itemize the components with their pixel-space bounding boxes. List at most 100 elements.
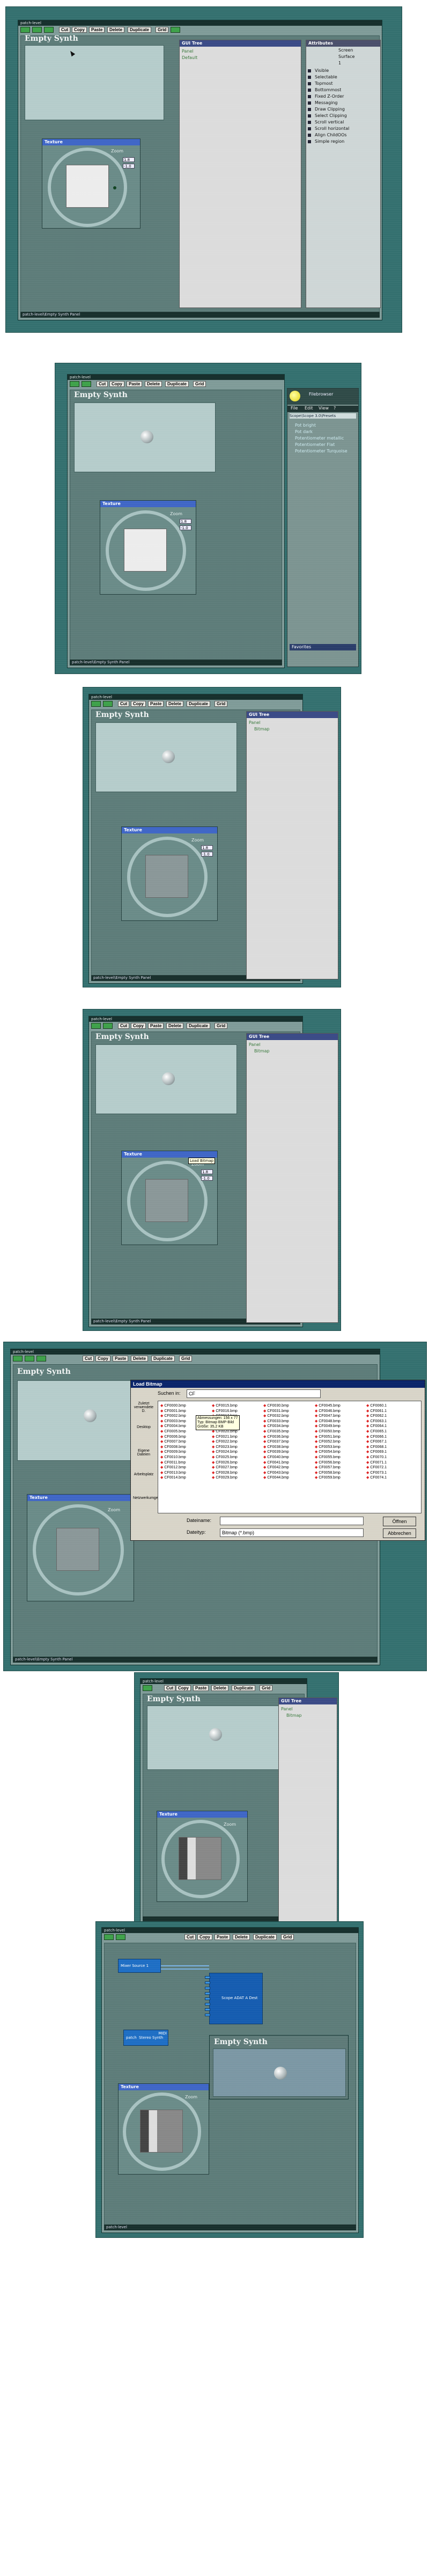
input-port[interactable]: [205, 1992, 210, 1995]
grid-button[interactable]: Grid: [281, 1934, 294, 1940]
file-item[interactable]: CF0021.bmp: [212, 1435, 237, 1440]
attr-checkbox[interactable]: [308, 69, 311, 72]
green-button[interactable]: [44, 27, 54, 33]
texture-preview[interactable]: [140, 2110, 183, 2153]
green-button[interactable]: [171, 27, 180, 33]
cut-button[interactable]: Cut: [118, 1023, 130, 1029]
delete-button[interactable]: Delete: [166, 701, 184, 707]
file-item[interactable]: CF0023.bmp: [212, 1445, 237, 1450]
file-item[interactable]: CF0007.bmp: [160, 1439, 186, 1445]
adat-dest-module[interactable]: Scope ADAT A Dest: [209, 1973, 263, 2024]
delete-button[interactable]: Delete: [131, 1356, 149, 1362]
grid-button[interactable]: Grid: [193, 381, 206, 387]
file-item[interactable]: CF0000.bmp: [160, 1403, 186, 1409]
cut-button[interactable]: Cut: [164, 1685, 176, 1691]
file-item[interactable]: CF0051.bmp: [315, 1435, 340, 1440]
file-item[interactable]: CF0025.bmp: [212, 1455, 237, 1460]
file-item[interactable]: CF0004.bmp: [160, 1424, 186, 1429]
texture-preview[interactable]: [145, 855, 188, 898]
file-item[interactable]: CF0059.bmp: [315, 1475, 340, 1481]
attr-checkbox[interactable]: [308, 121, 311, 124]
file-item[interactable]: CF0032.bmp: [263, 1414, 289, 1419]
delete-button[interactable]: Delete: [107, 27, 125, 33]
file-item[interactable]: CF0027.bmp: [212, 1465, 237, 1470]
file-item[interactable]: CF0060.1: [366, 1403, 387, 1409]
green-button[interactable]: [70, 381, 79, 387]
filetype-select[interactable]: Bitmap (*.bmp): [220, 1528, 364, 1537]
place-desktop[interactable]: Desktop: [133, 1425, 154, 1445]
file-item[interactable]: CF0024.bmp: [212, 1450, 237, 1455]
file-item[interactable]: CF0011.bmp: [160, 1460, 186, 1466]
input-port[interactable]: [205, 1997, 210, 2000]
file-item[interactable]: CF0061.1: [366, 1409, 387, 1414]
preset-item[interactable]: Potentiometer metallic: [295, 436, 344, 441]
input-port[interactable]: [205, 2014, 210, 2016]
file-item[interactable]: CF0034.bmp: [263, 1424, 289, 1429]
zoom-input[interactable]: -1.0: [201, 1176, 213, 1181]
file-item[interactable]: CF0043.bmp: [263, 1470, 289, 1476]
copy-button[interactable]: Copy: [131, 701, 146, 707]
attr-checkbox[interactable]: [308, 95, 311, 98]
duplicate-button[interactable]: Duplicate: [128, 27, 152, 33]
file-item[interactable]: CF0070.1: [366, 1455, 387, 1460]
grid-button[interactable]: Grid: [214, 701, 228, 707]
copy-button[interactable]: Copy: [176, 1685, 191, 1691]
knob-icon[interactable]: [162, 1072, 175, 1085]
attr-checkbox[interactable]: [308, 140, 311, 143]
copy-button[interactable]: Copy: [95, 1356, 110, 1362]
cut-button[interactable]: Cut: [97, 381, 108, 387]
file-item[interactable]: CF0065.1: [366, 1429, 387, 1435]
preset-item[interactable]: Pot bright: [295, 423, 316, 428]
attr-checkbox[interactable]: [308, 127, 311, 130]
place-network[interactable]: Netzwerkumgebung: [133, 1496, 166, 1516]
texture-preview[interactable]: [145, 1179, 188, 1222]
knob-icon[interactable]: [274, 2067, 287, 2080]
knob-icon[interactable]: [209, 1728, 222, 1741]
paste-button[interactable]: Paste: [148, 1023, 164, 1029]
stereo-synth-module[interactable]: patch Stereo Synth MIDI: [123, 2030, 168, 2046]
cut-button[interactable]: Cut: [59, 27, 71, 33]
duplicate-button[interactable]: Duplicate: [187, 1023, 211, 1029]
file-item[interactable]: CF0012.bmp: [160, 1465, 186, 1470]
file-item[interactable]: CF0044.bmp: [263, 1475, 289, 1481]
file-item[interactable]: CF0035.bmp: [263, 1429, 289, 1435]
paste-button[interactable]: Paste: [214, 1934, 231, 1940]
menu-edit[interactable]: Edit: [305, 406, 313, 411]
file-item[interactable]: CF0031.bmp: [263, 1409, 289, 1414]
file-item[interactable]: CF0022.bmp: [212, 1439, 237, 1445]
file-item[interactable]: CF0028.bmp: [212, 1470, 237, 1476]
attr-value[interactable]: 1: [338, 61, 341, 65]
zoom-input[interactable]: -1.0: [180, 525, 191, 530]
zoom-input[interactable]: 1.8: [201, 1169, 213, 1174]
texture-preview[interactable]: [124, 529, 167, 572]
file-item[interactable]: CF0069.1: [366, 1450, 387, 1455]
delete-button[interactable]: Delete: [233, 1934, 250, 1940]
grid-button[interactable]: Grid: [260, 1685, 273, 1691]
preset-item[interactable]: Pot dark: [295, 429, 313, 434]
file-item[interactable]: CF0033.bmp: [263, 1419, 289, 1424]
file-item[interactable]: CF0046.bmp: [315, 1409, 340, 1414]
zoom-input[interactable]: 1.8: [123, 157, 135, 162]
file-item[interactable]: CF0042.bmp: [263, 1465, 289, 1470]
green-button[interactable]: [91, 701, 101, 707]
texture-preview[interactable]: [66, 165, 109, 208]
attr-checkbox[interactable]: [308, 89, 311, 92]
file-item[interactable]: CF0056.bmp: [315, 1460, 340, 1466]
place-documents[interactable]: Eigene Dateien: [133, 1449, 154, 1468]
green-button[interactable]: [25, 1356, 34, 1362]
file-item[interactable]: CF0039.bmp: [263, 1450, 289, 1455]
file-item[interactable]: CF0002.bmp: [160, 1414, 186, 1419]
list-item[interactable]: Bitmap: [254, 727, 270, 731]
grid-button[interactable]: Grid: [179, 1356, 193, 1362]
file-item[interactable]: CF0071.1: [366, 1460, 387, 1466]
patch-cable[interactable]: [161, 1965, 209, 1966]
knob-icon[interactable]: [140, 430, 153, 443]
green-button[interactable]: [103, 1023, 113, 1029]
zoom-input[interactable]: 1.8: [180, 519, 191, 524]
file-item[interactable]: CF0014.bmp: [160, 1475, 186, 1481]
list-item[interactable]: Bitmap: [286, 1713, 302, 1718]
input-port[interactable]: [205, 2003, 210, 2006]
filename-input[interactable]: [220, 1517, 364, 1525]
duplicate-button[interactable]: Duplicate: [151, 1356, 175, 1362]
attr-value[interactable]: Surface: [338, 54, 354, 59]
